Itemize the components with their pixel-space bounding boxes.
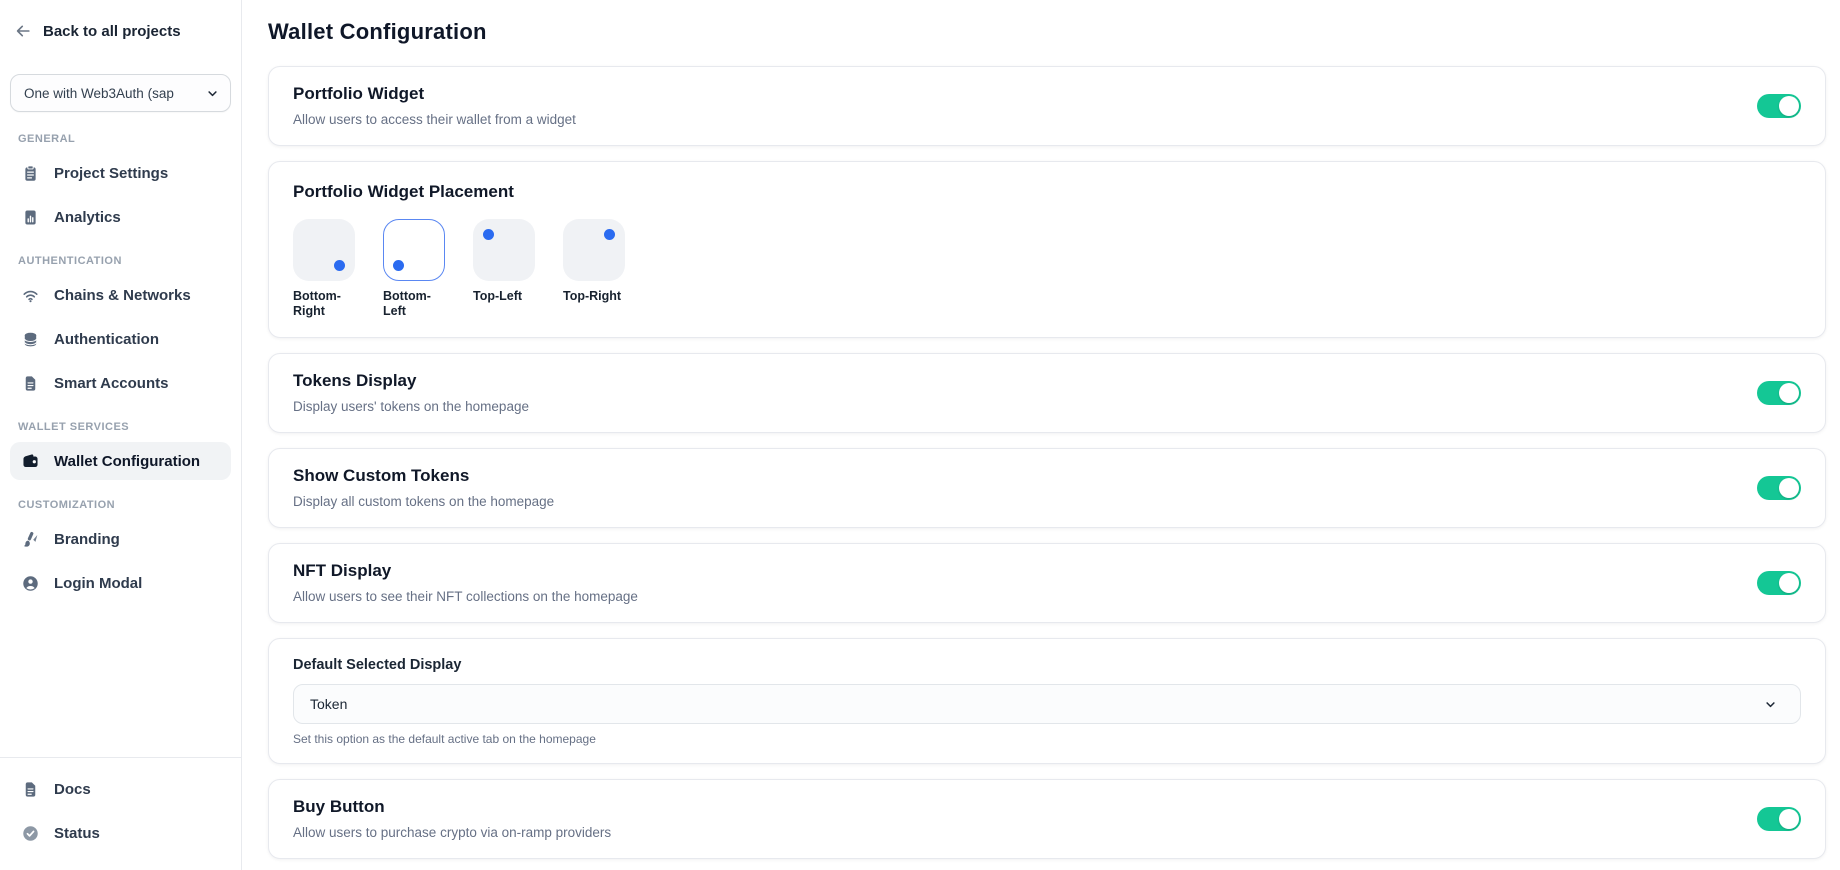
chevron-down-icon — [1763, 697, 1778, 712]
clipboard-icon — [20, 164, 40, 183]
toggle-knob — [1779, 809, 1799, 829]
card-title: NFT Display — [293, 559, 638, 583]
field-label: Default Selected Display — [293, 655, 1801, 675]
section-label-general: GENERAL — [18, 133, 231, 145]
user-circle-icon — [20, 574, 40, 593]
placement-dot-icon — [393, 260, 404, 271]
sidebar: Back to all projects One with Web3Auth (… — [0, 0, 242, 870]
card-buy-button: Buy Button Allow users to purchase crypt… — [268, 779, 1826, 859]
tokens-display-toggle[interactable] — [1757, 381, 1801, 405]
back-to-projects-link[interactable]: Back to all projects — [0, 0, 241, 40]
default-display-select[interactable]: Token — [293, 684, 1801, 724]
sidebar-item-label: Analytics — [54, 209, 121, 226]
placement-option-label: Top-Right — [563, 289, 629, 304]
card-title: Buy Button — [293, 795, 611, 819]
placement-dot-icon — [604, 229, 615, 240]
card-description: Allow users to see their NFT collections… — [293, 587, 638, 607]
nft-display-toggle[interactable] — [1757, 571, 1801, 595]
section-label-customization: CUSTOMIZATION — [18, 499, 231, 511]
sidebar-item-analytics[interactable]: Analytics — [10, 198, 231, 236]
placement-option-label: Top-Left — [473, 289, 539, 304]
card-tokens-display: Tokens Display Display users' tokens on … — [268, 353, 1826, 433]
sidebar-item-branding[interactable]: Branding — [10, 520, 231, 558]
sidebar-item-chains-networks[interactable]: Chains & Networks — [10, 276, 231, 314]
card-title: Tokens Display — [293, 369, 529, 393]
sidebar-item-wallet-configuration[interactable]: Wallet Configuration — [10, 442, 231, 480]
arrow-left-icon — [14, 22, 32, 40]
doc-icon — [20, 780, 40, 799]
sidebar-nav: GENERAL Project Settings Analytics AUTHE… — [0, 114, 241, 608]
file-icon — [20, 374, 40, 393]
section-label-wallet-services: WALLET SERVICES — [18, 421, 231, 433]
sidebar-item-docs[interactable]: Docs — [10, 770, 231, 808]
placement-option-label: Bottom-Left — [383, 289, 449, 319]
placement-option-top-right[interactable]: Top-Right — [563, 219, 629, 319]
placement-option-bottom-right[interactable]: Bottom-Right — [293, 219, 359, 319]
section-label-authentication: AUTHENTICATION — [18, 255, 231, 267]
check-circle-icon — [20, 824, 40, 843]
card-portfolio-widget: Portfolio Widget Allow users to access t… — [268, 66, 1826, 146]
placement-tile-selected — [383, 219, 445, 281]
sidebar-item-label: Project Settings — [54, 165, 168, 182]
sidebar-item-project-settings[interactable]: Project Settings — [10, 154, 231, 192]
card-description: Display all custom tokens on the homepag… — [293, 492, 554, 512]
placement-dot-icon — [483, 229, 494, 240]
card-title: Show Custom Tokens — [293, 464, 554, 488]
card-title: Portfolio Widget — [293, 82, 576, 106]
placement-tile — [563, 219, 625, 281]
project-selector-value: One with Web3Auth (sap — [24, 86, 205, 101]
main-content: Wallet Configuration Portfolio Widget Al… — [242, 0, 1840, 870]
placement-tile — [473, 219, 535, 281]
placement-option-top-left[interactable]: Top-Left — [473, 219, 539, 319]
sidebar-item-label: Chains & Networks — [54, 287, 191, 304]
sidebar-item-smart-accounts[interactable]: Smart Accounts — [10, 364, 231, 402]
select-value: Token — [310, 696, 347, 712]
project-selector[interactable]: One with Web3Auth (sap — [10, 74, 231, 112]
card-nft-display: NFT Display Allow users to see their NFT… — [268, 543, 1826, 623]
sidebar-item-label: Smart Accounts — [54, 375, 168, 392]
placement-option-bottom-left[interactable]: Bottom-Left — [383, 219, 449, 319]
card-show-custom-tokens: Show Custom Tokens Display all custom to… — [268, 448, 1826, 528]
placement-tile — [293, 219, 355, 281]
portfolio-widget-toggle[interactable] — [1757, 94, 1801, 118]
placement-option-label: Bottom-Right — [293, 289, 359, 319]
placement-options: Bottom-Right Bottom-Left Top-Left Top-Ri… — [293, 219, 1801, 319]
card-title: Portfolio Widget Placement — [293, 180, 1801, 204]
card-description: Display users' tokens on the homepage — [293, 397, 529, 417]
toggle-knob — [1779, 478, 1799, 498]
sidebar-item-label: Wallet Configuration — [54, 453, 200, 470]
show-custom-tokens-toggle[interactable] — [1757, 476, 1801, 500]
card-description: Allow users to purchase crypto via on-ra… — [293, 823, 611, 843]
sidebar-footer: Docs Status — [0, 757, 241, 870]
card-description: Allow users to access their wallet from … — [293, 110, 576, 130]
back-link-label: Back to all projects — [43, 23, 181, 40]
sidebar-item-label: Docs — [54, 781, 91, 798]
sidebar-item-login-modal[interactable]: Login Modal — [10, 564, 231, 602]
sidebar-item-label: Authentication — [54, 331, 159, 348]
brush-icon — [20, 530, 40, 549]
toggle-knob — [1779, 573, 1799, 593]
wallet-icon — [20, 452, 40, 471]
toggle-knob — [1779, 96, 1799, 116]
toggle-knob — [1779, 383, 1799, 403]
sidebar-item-status[interactable]: Status — [10, 814, 231, 852]
chevron-down-icon — [205, 86, 220, 101]
buy-button-toggle[interactable] — [1757, 807, 1801, 831]
card-portfolio-widget-placement: Portfolio Widget Placement Bottom-Right … — [268, 161, 1826, 338]
page-title: Wallet Configuration — [268, 18, 1826, 46]
field-helper-text: Set this option as the default active ta… — [293, 732, 1801, 747]
database-icon — [20, 330, 40, 349]
settings-cards: Portfolio Widget Allow users to access t… — [268, 66, 1826, 870]
wifi-icon — [20, 286, 40, 305]
sidebar-item-label: Branding — [54, 531, 120, 548]
card-default-selected-display: Default Selected Display Token Set this … — [268, 638, 1826, 764]
sidebar-item-authentication[interactable]: Authentication — [10, 320, 231, 358]
sidebar-item-label: Login Modal — [54, 575, 142, 592]
sidebar-item-label: Status — [54, 825, 100, 842]
chart-doc-icon — [20, 208, 40, 227]
placement-dot-icon — [334, 260, 345, 271]
